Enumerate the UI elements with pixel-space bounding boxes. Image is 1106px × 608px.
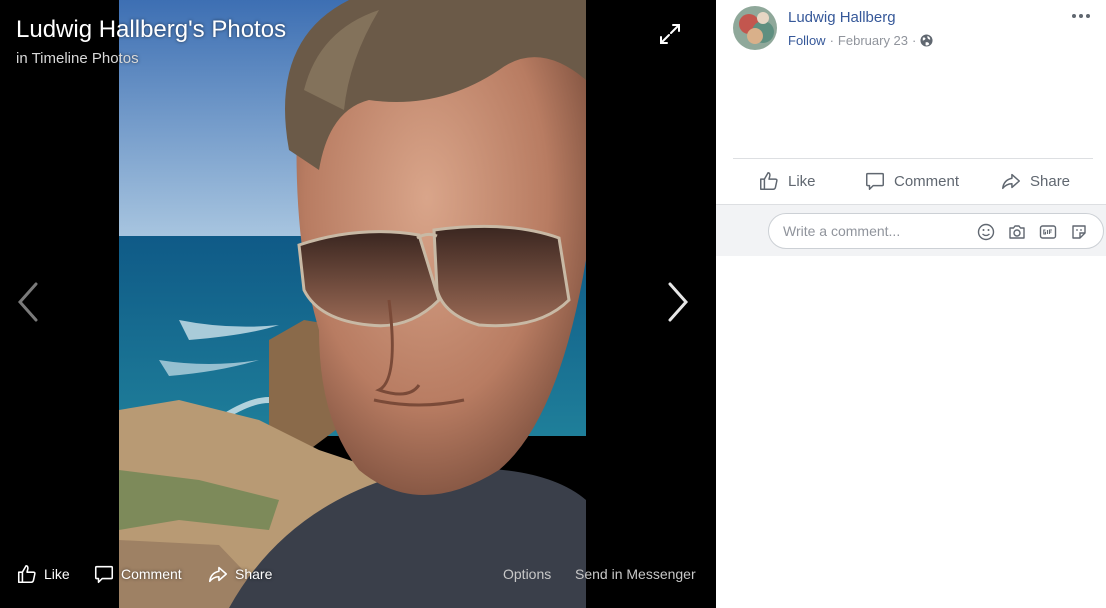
viewer-action-bar: Like Comment Share Options Send in Messe… [0,560,716,590]
chevron-right-icon [668,282,689,322]
viewer-comment-label: Comment [121,566,182,582]
emoji-icon[interactable] [976,222,996,242]
divider [733,158,1093,159]
author-name[interactable]: Ludwig Hallberg [788,9,896,26]
send-in-messenger-link[interactable]: Send in Messenger [575,566,696,582]
post-meta: Follow · February 23 · [788,33,933,48]
thumbs-up-icon [760,172,778,190]
viewer-title: Ludwig Hallberg's Photos [16,16,287,43]
comment-icon [94,565,114,584]
comment-button[interactable]: Comment [864,160,959,202]
album-link[interactable]: in Timeline Photos [16,50,139,67]
viewer-share-button[interactable]: Share [207,560,272,588]
options-link[interactable]: Options [503,566,551,582]
comment-input[interactable] [783,223,973,239]
comment-icon [866,172,884,190]
comment-composer [716,204,1106,256]
gif-icon[interactable] [1038,222,1058,242]
like-button[interactable]: Like [758,160,816,202]
viewer-like-button[interactable]: Like [16,560,70,588]
viewer-like-label: Like [44,566,70,582]
viewer-comment-button[interactable]: Comment [93,560,182,588]
previous-photo-button[interactable] [10,278,46,326]
share-icon [1002,173,1020,190]
post-sidebar: Ludwig Hallberg Follow · February 23 · L… [716,0,1106,608]
post-action-bar: Like Comment Share [716,160,1106,202]
like-label: Like [788,172,816,190]
expand-icon[interactable] [656,20,684,48]
share-button[interactable]: Share [1000,160,1070,202]
camera-icon[interactable] [1007,222,1027,242]
meta-separator: · [829,33,834,48]
photo-image [119,0,586,608]
comment-label: Comment [894,172,960,190]
comment-box [768,213,1104,249]
follow-link[interactable]: Follow [788,33,826,48]
next-photo-button[interactable] [660,278,696,326]
share-label: Share [1030,172,1071,190]
share-icon [208,566,228,583]
more-options-icon[interactable] [1072,8,1094,24]
globe-icon[interactable] [920,34,933,47]
viewer-share-label: Share [235,566,273,582]
post-date[interactable]: February 23 [838,33,908,48]
photo[interactable] [119,0,586,608]
chevron-left-icon [17,282,38,322]
sticker-icon[interactable] [1069,222,1089,242]
avatar[interactable] [733,6,777,50]
thumbs-up-icon [17,564,36,584]
photo-viewer: Ludwig Hallberg's Photos in Timeline Pho… [0,0,716,608]
meta-separator: · [912,33,917,48]
